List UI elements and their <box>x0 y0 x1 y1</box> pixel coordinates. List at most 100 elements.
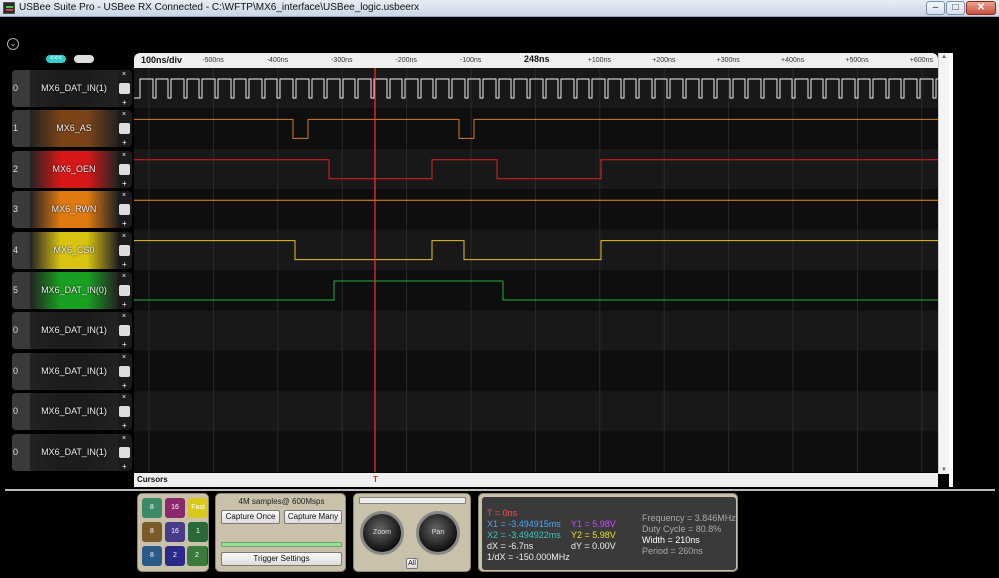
channel-index: 4 <box>12 231 30 269</box>
channel-index: 1 <box>12 110 30 148</box>
row-band <box>134 189 938 230</box>
chevron-down-icon[interactable]: ⌄ <box>7 38 19 50</box>
close-button[interactable]: ✕ <box>966 1 996 15</box>
channel-index: 0 <box>12 70 30 107</box>
channel-checkbox[interactable] <box>119 163 130 175</box>
sample-mode-button[interactable]: 8 <box>142 522 162 542</box>
channel-index: 5 <box>12 272 30 309</box>
trigger-cursor-marker[interactable]: T <box>373 475 378 484</box>
remove-channel-icon[interactable]: × <box>122 192 126 199</box>
sample-mode-button[interactable]: 2 <box>165 546 185 566</box>
time-tick-label: -300ns <box>331 57 353 64</box>
add-channel-icon[interactable]: + <box>122 179 127 188</box>
channel-name: MX6_CS0 <box>30 231 118 269</box>
capture-once-button[interactable]: Capture Once <box>221 510 280 524</box>
remove-channel-icon[interactable]: × <box>122 313 126 320</box>
add-channel-icon[interactable]: + <box>122 381 127 390</box>
channel-checkbox[interactable] <box>119 406 130 418</box>
sample-mode-button[interactable]: Fast <box>188 498 208 518</box>
remove-channel-icon[interactable]: × <box>122 233 126 240</box>
time-ruler[interactable]: 100ns/div 248ns -500ns -400ns -300ns -200ns… <box>134 53 938 68</box>
row-band <box>134 431 938 472</box>
row-band <box>134 310 938 351</box>
dy-value: dY = 0.00V <box>571 541 616 551</box>
sample-mode-button[interactable]: 8 <box>142 546 162 566</box>
remove-channel-icon[interactable]: × <box>122 111 126 118</box>
channel-checkbox[interactable] <box>119 204 130 216</box>
time-tick-label: +400ns <box>781 57 805 64</box>
zoom-all-button[interactable]: All <box>406 558 418 569</box>
capture-many-button[interactable]: Capture Many <box>284 510 342 524</box>
prev-channels-button[interactable]: <<< <box>46 55 66 63</box>
add-channel-icon[interactable]: + <box>122 220 127 228</box>
channel-label[interactable]: 2 MX6_OEN × + <box>12 150 132 188</box>
maximize-button[interactable]: □ <box>946 1 965 15</box>
channel-label[interactable]: 0 MX6_DAT_IN(1) × + <box>12 352 132 390</box>
channel-label[interactable]: 0 MX6_DAT_IN(1) × + <box>12 433 132 471</box>
channel-checkbox[interactable] <box>119 244 130 256</box>
time-tick-label: +100ns <box>587 57 611 64</box>
pan-knob[interactable]: Pan <box>416 511 460 555</box>
sample-mode-button[interactable]: 16 <box>165 522 185 542</box>
remove-channel-icon[interactable]: × <box>122 273 126 280</box>
add-channel-icon[interactable]: + <box>122 99 127 107</box>
time-tick-label: -400ns <box>266 57 289 64</box>
add-channel-icon[interactable]: + <box>122 301 127 309</box>
sample-mode-button[interactable]: 2 <box>187 546 207 566</box>
channel-label[interactable]: 3 MX6_RWN × + <box>12 191 132 229</box>
next-channels-button[interactable] <box>74 55 94 63</box>
channel-index: 0 <box>12 312 30 350</box>
center-time: 248ns <box>524 54 550 64</box>
x2-value: X2 = -3.494922ms <box>487 530 561 540</box>
zoom-knob[interactable]: Zoom <box>360 511 404 555</box>
row-band <box>134 148 938 190</box>
row-band <box>134 270 938 311</box>
inv-dx-value: 1/dX = -150.000MHz <box>487 552 570 562</box>
zoom-slider[interactable] <box>359 497 466 504</box>
channel-label[interactable]: 4 MX6_CS0 × + <box>12 231 132 269</box>
app-icon <box>3 2 15 14</box>
time-tick-label: -100ns <box>459 57 482 64</box>
cursors-bar[interactable]: Cursors T <box>134 473 938 487</box>
remove-channel-icon[interactable]: × <box>122 152 126 159</box>
waveform-plot[interactable]: 100ns/div 248ns -500ns -400ns -300ns -200ns… <box>134 53 938 487</box>
channel-name: MX6_DAT_IN(1) <box>30 393 118 431</box>
add-channel-icon[interactable]: + <box>122 422 127 430</box>
plot-border <box>949 53 953 487</box>
channel-checkbox[interactable] <box>119 123 130 135</box>
period-value: Period = 260ns <box>642 546 703 556</box>
vertical-scrollbar[interactable]: ▲ ▼ <box>938 53 949 474</box>
channel-checkbox[interactable] <box>119 325 130 337</box>
sample-mode-button[interactable]: 8 <box>142 498 162 518</box>
remove-channel-icon[interactable]: × <box>122 435 126 442</box>
sample-mode-button[interactable]: 1 <box>188 522 208 542</box>
row-band <box>134 68 938 109</box>
samples-info: 4M samples@ 600Msps <box>238 497 325 506</box>
sample-mode-button[interactable]: 16 <box>165 498 185 518</box>
add-channel-icon[interactable]: + <box>122 139 127 147</box>
channel-label[interactable]: 0 MX6_DAT_IN(1) × + <box>12 393 132 431</box>
channel-checkbox[interactable] <box>119 285 130 296</box>
remove-channel-icon[interactable]: × <box>122 71 126 78</box>
remove-channel-icon[interactable]: × <box>122 394 126 401</box>
trigger-settings-button[interactable]: Trigger Settings <box>221 552 342 566</box>
capture-panel: 4M samples@ 600Msps Capture Once Capture… <box>215 493 346 572</box>
channel-checkbox[interactable] <box>119 83 130 94</box>
minimize-button[interactable]: – <box>926 1 945 15</box>
add-channel-icon[interactable]: + <box>122 260 127 269</box>
channel-label[interactable]: 1 MX6_AS × + <box>12 110 132 148</box>
zoom-pan-panel: Zoom Pan All <box>353 493 471 572</box>
measurements-display: T = 0ns X1 = -3.494915ms X2 = -3.494922m… <box>482 497 736 570</box>
channel-label[interactable]: 0 MX6_DAT_IN(1) × + <box>12 312 132 350</box>
y1-value: Y1 = 5.98V <box>571 519 616 529</box>
add-channel-icon[interactable]: + <box>122 341 127 349</box>
channel-label[interactable]: 5 MX6_DAT_IN(0) × + <box>12 272 132 309</box>
channel-label[interactable]: 0 MX6_DAT_IN(1) × + <box>12 70 132 107</box>
add-channel-icon[interactable]: + <box>122 462 127 471</box>
y2-value: Y2 = 5.98V <box>571 530 616 540</box>
remove-channel-icon[interactable]: × <box>122 354 126 361</box>
channel-checkbox[interactable] <box>119 446 130 458</box>
time-tick-label: +300ns <box>716 57 740 64</box>
time-tick-label: +500ns <box>845 57 869 64</box>
channel-checkbox[interactable] <box>119 365 130 377</box>
